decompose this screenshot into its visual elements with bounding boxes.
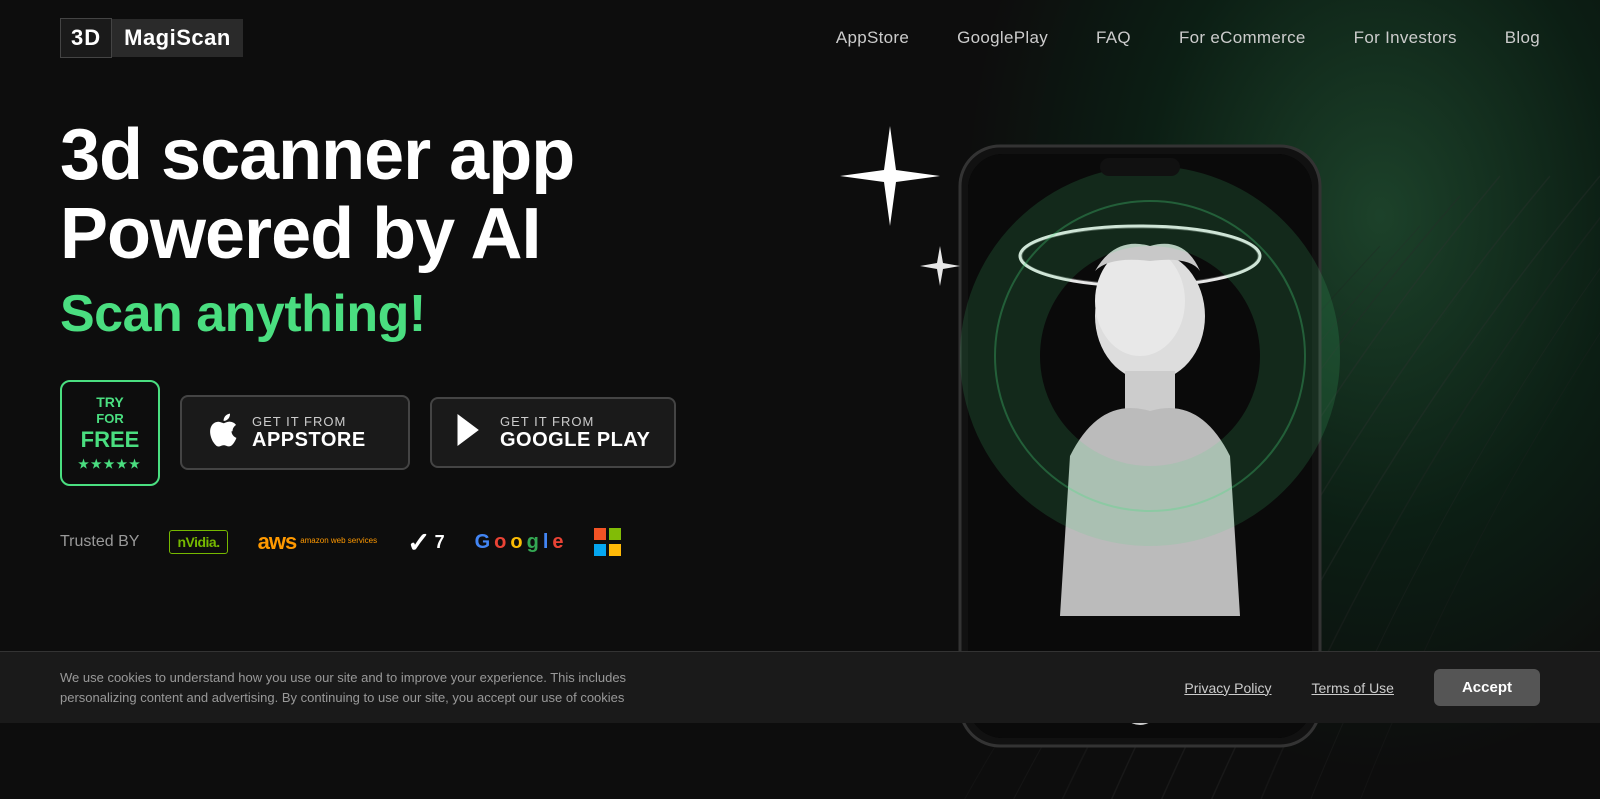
appstore-button[interactable]: GET IT FROM APPSTORE xyxy=(180,395,410,470)
nav-investors[interactable]: For Investors xyxy=(1354,28,1457,47)
nav-appstore[interactable]: AppStore xyxy=(836,28,909,47)
terms-of-use-link[interactable]: Terms of Use xyxy=(1312,680,1394,696)
hero-subtitle: Scan anything! xyxy=(60,284,760,344)
google-logo: Google xyxy=(475,531,564,554)
try-free-badge: TRY FOR FREE ★★★★★ xyxy=(60,380,160,485)
nav-googleplay[interactable]: GooglePlay xyxy=(957,28,1048,47)
navbar: 3D MagiScan AppStore GooglePlay FAQ For … xyxy=(0,0,1600,76)
cookie-bar: We use cookies to understand how you use… xyxy=(0,651,1600,723)
trusted-row: Trusted BY nVidia. aws amazon web servic… xyxy=(60,526,760,559)
googleplay-text: GET IT FROM GOOGLE PLAY xyxy=(500,414,650,452)
appstore-text: GET IT FROM APPSTORE xyxy=(252,414,366,452)
play-icon xyxy=(456,413,486,452)
logo-3d: 3D xyxy=(60,18,112,58)
trusted-label: Trusted BY xyxy=(60,533,139,551)
googleplay-button[interactable]: GET IT FROM GOOGLE PLAY xyxy=(430,397,676,468)
accept-button[interactable]: Accept xyxy=(1434,669,1540,706)
sparkle-small xyxy=(920,246,960,301)
sparkle-large xyxy=(840,126,940,251)
nav-blog[interactable]: Blog xyxy=(1505,28,1540,47)
apple-icon xyxy=(206,411,238,454)
nvidia-logo: nVidia. xyxy=(169,530,227,554)
nav-links: AppStore GooglePlay FAQ For eCommerce Fo… xyxy=(836,28,1540,48)
microsoft-logo xyxy=(594,528,622,556)
cookie-links: Privacy Policy Terms of Use Accept xyxy=(1184,669,1540,706)
cookie-text: We use cookies to understand how you use… xyxy=(60,668,660,707)
logo-magiscan: MagiScan xyxy=(112,19,243,57)
hero-left: 3d scanner app Powered by AI Scan anythi… xyxy=(60,96,760,721)
v7-logo: ✓ 7 xyxy=(407,526,444,559)
privacy-policy-link[interactable]: Privacy Policy xyxy=(1184,680,1271,696)
hero-section: 3d scanner app Powered by AI Scan anythi… xyxy=(0,76,1600,721)
hero-title: 3d scanner app Powered by AI xyxy=(60,116,760,274)
nav-faq[interactable]: FAQ xyxy=(1096,28,1131,47)
aws-logo: aws amazon web services xyxy=(258,529,378,555)
hero-right: 25 / 45 ? xyxy=(760,96,1540,721)
logo[interactable]: 3D MagiScan xyxy=(60,18,243,58)
buttons-row: TRY FOR FREE ★★★★★ GET IT FROM APPSTORE xyxy=(60,380,760,485)
nav-ecommerce[interactable]: For eCommerce xyxy=(1179,28,1306,47)
